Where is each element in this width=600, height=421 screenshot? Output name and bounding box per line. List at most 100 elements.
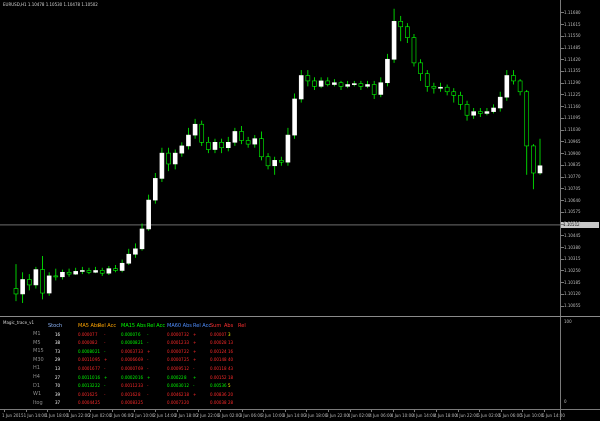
candle-body [159,152,165,179]
candle [166,147,171,172]
candle-body [66,271,72,275]
table-cell: 0.00536 [210,383,227,389]
stoch-value: 16 [55,331,61,337]
table-cell: 25 [95,400,101,406]
candle [40,256,45,300]
candle-body [351,83,357,85]
time-label: 3 Jun 22:00 [326,413,349,418]
table-cell: 8 [184,374,187,380]
table-cell: 13 [228,340,234,346]
table-cell: 0.00028 [210,340,227,346]
table-header: Sum [210,323,222,329]
time-tick [306,410,308,412]
candle [537,138,543,175]
table-cell: 18 [228,374,234,380]
table-cell: 43 [228,365,234,371]
table-cell: - [147,340,149,346]
candle [225,136,231,152]
candle [206,136,211,154]
table-cell: + [193,374,197,380]
indicator-axis-min: 0 [564,399,567,404]
candlestick-chart[interactable] [0,0,560,316]
price-label: 1.11225 [564,91,581,97]
price-label: 1.10380 [564,244,581,250]
table-cell: 3 [228,331,231,337]
table-cell: 18 [184,391,190,397]
table-cell: 0.00152 [210,374,227,380]
candle-body [279,160,284,163]
candle-body [497,96,503,109]
candle-body [312,80,317,87]
candle-body [106,268,112,274]
candle [511,70,516,85]
candle [113,265,118,273]
row-timeframe: Itog [33,399,43,406]
candle-body [60,271,65,278]
candle-body [537,165,543,174]
table-cell: 0.00066 [121,357,138,363]
candle [484,108,490,116]
candle-body [391,21,397,60]
table-cell: 95 [95,357,101,363]
candle-body [53,275,59,278]
candle [292,93,297,139]
table-cell: 12 [184,383,190,389]
candle-body [438,86,443,89]
price-label: 1.10055 [564,303,581,309]
stoch-value: 70 [55,383,61,389]
candle [179,142,185,157]
candle [159,147,165,183]
table-cell: - [147,391,149,397]
time-axis[interactable]: 1 Jun 2015 1 Jun 14:00 1 Jun 18:00 1 Jun 22… [0,409,565,421]
table-cell: 2 [95,340,98,346]
candle-body [411,37,417,64]
candle-body [86,270,92,273]
candle-body [358,83,364,87]
time-label: 5 Jun 02:00 [477,413,501,418]
price-label: 1.10640 [564,197,581,203]
candle-body [272,160,277,167]
time-tick [47,410,49,412]
row-timeframe: M30 [33,356,44,363]
price-label: 1.11680 [564,9,581,15]
candle-body [33,269,39,286]
table-cell: 0.00148 [210,357,227,363]
candle [33,266,39,289]
price-axis[interactable]: 1.10502 1.11680 1.11615 1.11550 1.11485 1.11… [560,0,600,316]
candle [186,127,191,150]
table-cell: 0.00030 [167,383,184,389]
candle [106,265,112,275]
candle-body [172,152,178,165]
table-cell: + [193,357,197,363]
price-label: 1.11290 [564,80,581,86]
candle [431,82,437,94]
candle [259,131,264,161]
row-timeframe: H4 [33,374,40,380]
price-label: 1.10705 [564,185,581,191]
candle-body [199,123,205,143]
table-header: MA60 Abs [167,323,192,329]
table-cell: 25 [138,400,144,406]
table-cell: 0.00007 [121,365,138,371]
candle [152,172,158,204]
table-cell: 0.00162 [121,391,138,397]
table-cell: 33 [138,348,144,354]
table-cell: 5 [95,391,98,397]
table-cell: - [147,383,149,389]
price-label: 1.10965 [564,138,581,144]
table-cell: 21 [95,348,101,354]
table-cell: 0.00112 [121,383,138,389]
candle [80,266,85,275]
candle [385,53,390,87]
price-label: 1.10900 [564,150,581,156]
time-tick [90,410,92,412]
row-timeframe: H1 [33,365,40,372]
indicator-axis-max: 100 [564,319,572,324]
candle [444,84,450,96]
candle-body [365,84,370,87]
candle-body [405,26,410,38]
candle-body [166,152,171,165]
candle [418,59,423,81]
table-cell: + [193,340,197,346]
time-tick [198,410,200,412]
